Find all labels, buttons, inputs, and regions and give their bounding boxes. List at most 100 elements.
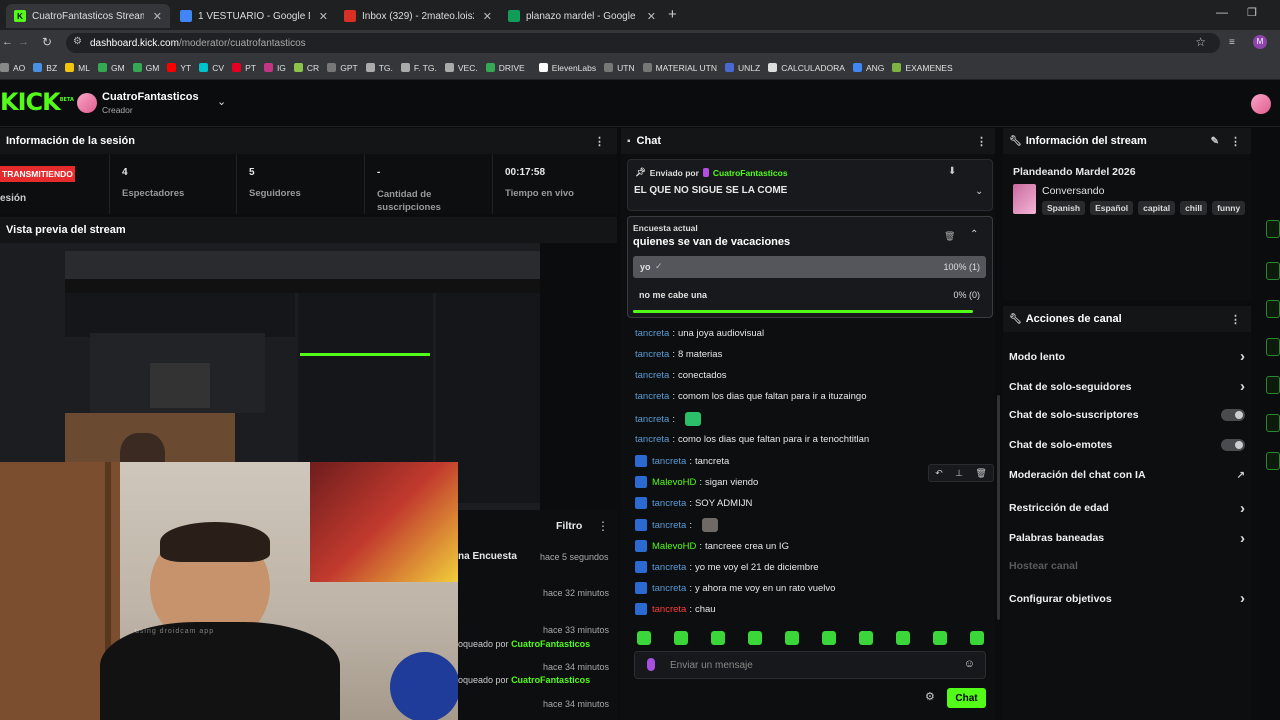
chat-message[interactable]: tancreta: <box>635 518 718 532</box>
bookmark-item[interactable]: ML <box>65 63 90 73</box>
bookmark-item[interactable]: TG. <box>365 63 393 73</box>
new-tab-icon[interactable]: + <box>668 6 677 23</box>
emote-button[interactable] <box>785 631 799 645</box>
minimize-icon[interactable]: — <box>1216 5 1228 19</box>
close-tab-icon[interactable]: ✕ <box>153 10 162 23</box>
browser-tab-gmail[interactable]: Inbox (329) - 2mateo.lois2007@ ✕ <box>336 4 500 28</box>
bookmark-item[interactable]: DRIVE <box>485 63 525 73</box>
channel-action-item[interactable]: Hostear canal <box>1009 560 1245 572</box>
tag[interactable]: funny <box>1212 201 1246 215</box>
channel-action-item[interactable]: Moderación del chat con IA ↗ <box>1009 469 1245 481</box>
edit-icon[interactable]: ✎ <box>1211 136 1219 147</box>
bookmark-item[interactable]: CR <box>293 63 319 73</box>
kick-logo[interactable]: KICKBETA <box>0 88 74 116</box>
chat-message[interactable]: MalevoHD: sigan viendo <box>635 476 758 488</box>
close-tab-icon[interactable]: ✕ <box>483 10 492 23</box>
channel-avatar[interactable] <box>77 93 97 113</box>
channel-action-item[interactable]: Configurar objetivos › <box>1009 590 1245 607</box>
bookmark-item[interactable]: MATERIAL UTN <box>642 63 717 73</box>
poll-option-2[interactable]: no me cabe una 0% (0) <box>633 284 986 306</box>
toggle-switch[interactable] <box>1221 438 1245 451</box>
rail-button[interactable] <box>1266 414 1280 432</box>
unpin-icon[interactable]: ⬇ <box>948 166 956 177</box>
chat-username[interactable]: MalevoHD <box>652 541 696 552</box>
chevron-up-icon[interactable]: ⌃ <box>970 229 978 240</box>
forward-arrow-icon[interactable]: → <box>18 36 29 48</box>
bookmark-star-icon[interactable]: ☆ <box>1195 35 1206 49</box>
chevron-right-icon[interactable]: › <box>1240 378 1245 395</box>
chat-message[interactable]: tancreta: una joya audiovisual <box>635 328 764 339</box>
emote-button[interactable] <box>822 631 836 645</box>
bookmark-item[interactable]: UNLZ <box>725 63 760 73</box>
close-tab-icon[interactable]: ✕ <box>647 10 656 23</box>
chat-message[interactable]: tancreta: como los dias que faltan para i… <box>635 434 869 445</box>
rail-button[interactable] <box>1266 452 1280 470</box>
chat-message[interactable]: tancreta: comom los dias que faltan para … <box>635 391 867 402</box>
send-chat-button[interactable]: Chat <box>947 688 986 708</box>
emote-button[interactable] <box>859 631 873 645</box>
back-arrow-icon[interactable]: ← <box>2 36 13 48</box>
more-options-icon[interactable]: ⋮ <box>594 135 605 148</box>
tag[interactable]: Español <box>1090 201 1134 215</box>
channel-action-item[interactable]: Restricción de edad › <box>1009 500 1245 517</box>
profile-avatar[interactable]: M <box>1253 35 1267 49</box>
chat-username[interactable]: tancreta <box>652 562 686 573</box>
external-link-icon[interactable]: ↗ <box>1237 470 1245 481</box>
bookmark-item[interactable]: UTN <box>604 63 635 73</box>
chat-message[interactable]: tancreta:8 materias <box>635 349 722 360</box>
chat-message[interactable]: tancreta: conectados <box>635 370 727 381</box>
chat-username[interactable]: tancreta <box>635 391 669 402</box>
filter-label[interactable]: Filtro <box>556 520 582 532</box>
chevron-right-icon[interactable]: › <box>1240 530 1245 547</box>
bookmark-item[interactable]: EXAMENES <box>892 63 953 73</box>
more-options-icon[interactable]: ⋮ <box>976 135 987 148</box>
chat-scrollbar[interactable] <box>997 395 1000 620</box>
url-input[interactable]: ⚙ dashboard.kick.com/moderator/cuatrofan… <box>66 33 1220 53</box>
emoji-icon[interactable]: ☺ <box>964 658 975 670</box>
toggle-switch[interactable] <box>1221 408 1245 421</box>
bookmark-item[interactable]: PT <box>232 63 256 73</box>
browser-tab-sheets[interactable]: planazo mardel - Google Sheets ✕ <box>500 4 664 28</box>
channel-action-item[interactable]: Chat de solo-seguidores › <box>1009 378 1245 395</box>
bookmark-item[interactable]: GM <box>97 63 125 73</box>
emote-button[interactable] <box>748 631 762 645</box>
gear-icon[interactable]: ⚙ <box>925 690 935 703</box>
bookmark-item[interactable]: BZ <box>33 63 57 73</box>
bookmark-item[interactable]: IG <box>263 63 286 73</box>
chat-username[interactable]: tancreta <box>635 328 669 339</box>
chevron-right-icon[interactable]: › <box>1240 500 1245 517</box>
chevron-right-icon[interactable]: › <box>1240 348 1245 365</box>
tag[interactable]: chill <box>1180 201 1208 215</box>
poll-option-1[interactable]: yo ✓ 100% (1) <box>633 256 986 278</box>
bookmark-item[interactable]: CALCULADORA <box>768 63 845 73</box>
chat-input[interactable]: Enviar un mensaje ☺ <box>634 651 986 679</box>
bookmark-item[interactable]: F. TG. <box>400 63 437 73</box>
chat-username[interactable]: tancreta <box>652 520 686 531</box>
more-options-icon[interactable]: ⋮ <box>1230 313 1241 326</box>
emote-button[interactable] <box>970 631 984 645</box>
chat-username[interactable]: tancreta <box>652 604 686 615</box>
microphone-icon[interactable] <box>647 658 655 671</box>
more-options-icon[interactable]: ⋮ <box>597 519 609 533</box>
chevron-down-icon[interactable]: ⌄ <box>975 186 983 197</box>
maximize-icon[interactable]: ❐ <box>1247 6 1257 19</box>
channel-action-item[interactable]: Chat de solo-emotes <box>1009 438 1245 451</box>
rail-button[interactable] <box>1266 338 1280 356</box>
emote-button[interactable] <box>933 631 947 645</box>
emote-button[interactable] <box>674 631 688 645</box>
emote-button[interactable] <box>896 631 910 645</box>
delete-icon[interactable]: 🗑︎ <box>975 468 986 479</box>
more-options-icon[interactable]: ⋮ <box>1230 135 1241 148</box>
rail-button[interactable] <box>1266 220 1280 238</box>
chat-message[interactable]: tancreta: <box>635 412 701 426</box>
site-info-icon[interactable]: ⚙ <box>73 36 82 47</box>
bookmark-item[interactable]: CV <box>199 63 224 73</box>
chevron-right-icon[interactable]: › <box>1240 590 1245 607</box>
emote-button[interactable] <box>637 631 651 645</box>
tag[interactable]: Spanish <box>1042 201 1086 215</box>
chat-username[interactable]: tancreta <box>652 583 686 594</box>
bookmark-item[interactable]: ANG <box>852 63 884 73</box>
bookmark-item[interactable]: ElevenLabs <box>538 63 596 73</box>
channel-action-item[interactable]: Palabras baneadas › <box>1009 530 1245 547</box>
chat-username[interactable]: MalevoHD <box>652 477 696 488</box>
